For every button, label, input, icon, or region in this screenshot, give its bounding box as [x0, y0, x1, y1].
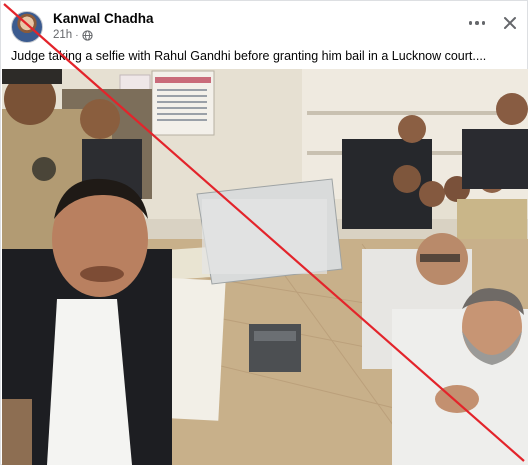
more-options-button[interactable] — [465, 13, 489, 33]
post-meta: 21h · — [53, 29, 93, 41]
more-dot — [481, 21, 486, 25]
author-avatar[interactable] — [11, 11, 43, 43]
close-icon[interactable] — [499, 12, 521, 34]
post-header: Kanwal Chadha 21h · — [11, 9, 519, 45]
post-time[interactable]: 21h — [53, 29, 72, 41]
more-dot — [475, 21, 479, 25]
courtroom-photo — [2, 69, 528, 465]
author-name[interactable]: Kanwal Chadha — [53, 11, 154, 26]
post-photo[interactable] — [2, 69, 528, 465]
post-caption: Judge taking a selfie with Rahul Gandhi … — [11, 49, 487, 63]
facebook-post: Kanwal Chadha 21h · Judge taking a selfi… — [0, 0, 528, 465]
globe-icon — [81, 29, 93, 41]
more-horizontal-icon — [468, 21, 473, 25]
meta-separator: · — [75, 29, 79, 41]
